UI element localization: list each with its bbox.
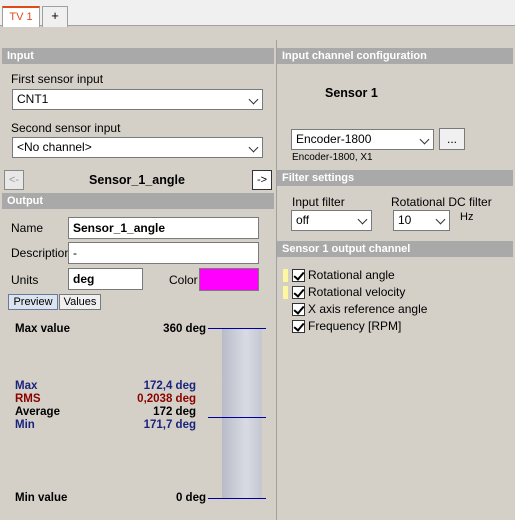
checkbox-icon[interactable] [292, 269, 305, 282]
output-item-label: X axis reference angle [308, 302, 428, 316]
input-filter-value: off [296, 213, 310, 227]
tab-preview[interactable]: Preview [8, 294, 58, 310]
input-section-header: Input [2, 48, 274, 64]
stat-average-value: 172 deg [153, 406, 196, 418]
encoder-value: Encoder-1800 [296, 132, 372, 146]
chevron-down-icon [357, 214, 368, 225]
second-sensor-value: <No channel> [17, 140, 92, 154]
checkbox-icon[interactable] [292, 303, 305, 316]
first-sensor-select[interactable]: CNT1 [12, 89, 263, 110]
min-value-label: Min value [15, 492, 68, 504]
output-section-header: Output [2, 193, 274, 209]
chevron-down-icon [435, 214, 446, 225]
encoder-settings-button[interactable]: ... [439, 128, 465, 150]
encoder-select[interactable]: Encoder-1800 [291, 129, 434, 150]
output-item-label: Rotational velocity [308, 285, 406, 299]
checkbox-icon[interactable] [292, 286, 305, 299]
stat-min-label: Min [15, 419, 35, 431]
checkbox-icon[interactable] [292, 320, 305, 333]
first-sensor-value: CNT1 [17, 92, 49, 106]
output-item-label: Rotational angle [308, 268, 395, 282]
filter-settings-header: Filter settings [277, 170, 513, 186]
output-item-rotational-angle[interactable]: Rotational angle [283, 267, 483, 284]
dc-filter-value: 10 [398, 213, 412, 227]
description-label: Description [11, 246, 72, 260]
highlight-marker [283, 286, 288, 299]
gauge-max-line [208, 328, 266, 329]
tab-values[interactable]: Values [59, 294, 101, 310]
output-item-label: Frequency [RPM] [308, 319, 402, 333]
name-label: Name [11, 221, 44, 235]
dc-filter-label: Rotational DC filter [391, 195, 492, 209]
stat-max-value: 172,4 deg [143, 380, 196, 392]
next-channel-button[interactable]: -> [252, 170, 272, 190]
stat-max-label: Max [15, 380, 38, 392]
output-channel-header: Sensor 1 output channel [277, 241, 513, 257]
color-label: Color [169, 273, 198, 287]
tab-tv1[interactable]: TV 1 [2, 6, 40, 27]
input-filter-select[interactable]: off [291, 210, 372, 231]
min-value: 0 deg [175, 492, 206, 504]
chevron-down-icon [248, 94, 259, 105]
current-channel-name: Sensor_1_angle [89, 173, 185, 187]
right-panel: Input channel configuration Sensor 1 Enc… [277, 40, 515, 520]
prev-channel-button[interactable]: <- [4, 170, 24, 190]
add-tab-button[interactable]: + [42, 6, 68, 27]
max-value-label: Max value [15, 323, 70, 335]
highlight-marker [283, 269, 288, 282]
description-field[interactable]: - [68, 242, 259, 264]
preview-area: Max value 360 deg Max 172,4 deg RMS 0,20… [0, 312, 276, 520]
tab-strip: TV 1 + [0, 0, 515, 27]
stat-min-value: 171,7 deg [143, 419, 196, 431]
dc-filter-select[interactable]: 10 [393, 210, 450, 231]
name-field[interactable]: Sensor_1_angle [68, 217, 259, 239]
units-label: Units [11, 273, 39, 287]
second-sensor-label: Second sensor input [11, 121, 121, 135]
stat-average-label: Average [15, 406, 60, 418]
chevron-down-icon [419, 134, 430, 145]
left-panel: Input First sensor input CNT1 Second sen… [0, 40, 276, 520]
channel-config-header: Input channel configuration [277, 48, 513, 64]
max-value: 360 deg [163, 323, 206, 335]
stat-rms-label: RMS [15, 393, 41, 405]
color-swatch[interactable] [199, 268, 259, 291]
first-sensor-label: First sensor input [11, 72, 104, 86]
level-gauge [208, 328, 266, 499]
gauge-min-line [208, 498, 266, 499]
encoder-note: Encoder-1800, X1 [292, 152, 373, 163]
output-item-x-axis-reference[interactable]: X axis reference angle [283, 301, 483, 318]
gauge-level-line [208, 417, 266, 418]
sensor-title: Sensor 1 [325, 86, 378, 100]
output-item-frequency[interactable]: Frequency [RPM] [283, 318, 483, 335]
output-item-rotational-velocity[interactable]: Rotational velocity [283, 284, 483, 301]
second-sensor-select[interactable]: <No channel> [12, 137, 263, 158]
input-filter-label: Input filter [292, 195, 345, 209]
chevron-down-icon [248, 142, 259, 153]
units-field[interactable]: deg [68, 268, 143, 290]
stat-rms-value: 0,2038 deg [137, 393, 196, 405]
dc-filter-unit: Hz [460, 211, 474, 223]
